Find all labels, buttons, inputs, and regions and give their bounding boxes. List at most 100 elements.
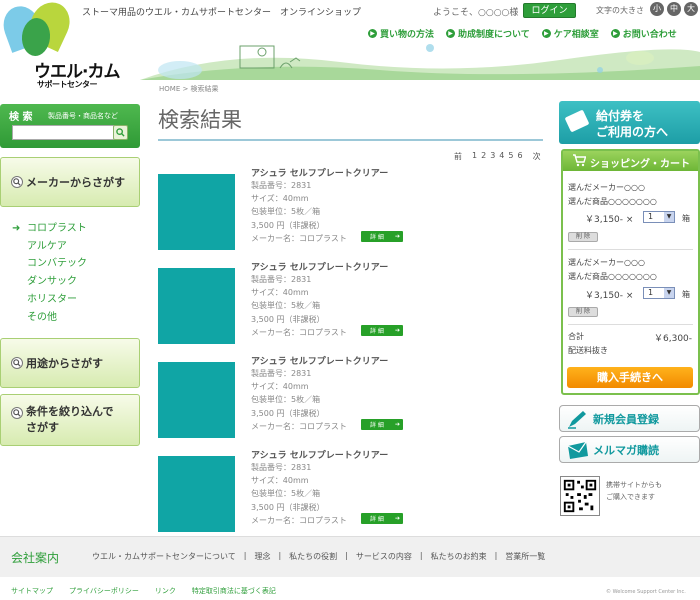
maker-search-panel[interactable]: メーカーからさがす	[0, 157, 140, 207]
shopping-cart: ショッピング・カート 選んだメーカー○○○ 選んだ商品○○○○○○○ ￥3,15…	[561, 149, 700, 395]
product-pack: 包装単位：5枚／箱	[251, 301, 321, 310]
ticket-icon	[564, 109, 590, 133]
usage-search-label: 用途からさがす	[26, 357, 103, 370]
page-link[interactable]: 4	[499, 151, 504, 162]
maker-item-convatec[interactable]: コンバテック	[12, 255, 87, 273]
maker-item-coloplast[interactable]: コロプラスト	[12, 220, 87, 238]
detail-button[interactable]: 詳 細 ➔	[361, 325, 403, 336]
footer-link-services[interactable]: サービスの内容	[356, 551, 412, 562]
product-image[interactable]	[158, 174, 235, 250]
chevron-down-icon: ▼	[664, 212, 674, 222]
footer-link-philosophy[interactable]: 理念	[254, 551, 270, 562]
delete-button[interactable]: 削 除	[568, 307, 598, 317]
detail-button[interactable]: 詳 細 ➔	[361, 231, 403, 242]
nav-subsidy[interactable]: ▶ 助成制度について	[446, 27, 530, 40]
page-link[interactable]: 6	[517, 151, 522, 162]
product-name[interactable]: アシュラ セルフプレートクリアー	[251, 354, 388, 367]
quantity-select[interactable]: 1 ▼	[643, 211, 675, 223]
footer-separator: |	[494, 551, 498, 560]
page-link[interactable]: 1	[472, 151, 477, 162]
page-link[interactable]: 5	[508, 151, 513, 162]
maker-item-alcare[interactable]: アルケア	[12, 238, 87, 256]
login-button[interactable]: ログイン	[523, 3, 576, 18]
product-name[interactable]: アシュラ セルフプレートクリアー	[251, 166, 388, 179]
footer-link-sitemap[interactable]: サイトマップ	[11, 586, 53, 596]
footer-link-role[interactable]: 私たちの役割	[289, 551, 337, 562]
breadcrumb: HOME > 検索結果	[159, 85, 219, 93]
cart-item-product: 選んだ商品○○○○○○○	[568, 272, 657, 281]
header-nav: ▶ 買い物の方法 ▶ 助成制度について ▶ ケア相談室 ▶ お問い合わせ	[368, 27, 677, 40]
logo-subtext: サポートセンター	[37, 80, 98, 89]
delete-button[interactable]: 削 除	[568, 232, 598, 242]
product-image[interactable]	[158, 362, 235, 438]
filter-search-panel[interactable]: 条件を絞り込んで さがす	[0, 394, 140, 446]
nav-care-consult[interactable]: ▶ ケア相談室	[541, 27, 599, 40]
product-size: サイズ：40mm	[251, 288, 309, 297]
font-size-large-button[interactable]: 大	[684, 2, 698, 16]
pager-prev[interactable]: 前	[454, 151, 462, 162]
product-number: 製品番号：2831	[251, 275, 312, 284]
product-item: アシュラ セルフプレートクリアー 製品番号：2831 サイズ：40mm 包装単位…	[158, 166, 543, 250]
product-price: 3,500 円（非課税）	[251, 315, 325, 324]
product-image[interactable]	[158, 268, 235, 344]
page-link[interactable]: 3	[490, 151, 495, 162]
pager-next[interactable]: 次	[533, 151, 541, 162]
product-item: アシュラ セルフプレートクリアー 製品番号：2831 サイズ：40mm 包装単位…	[158, 354, 543, 438]
footer-link-privacy[interactable]: プライバシーポリシー	[69, 586, 139, 596]
footer-separator: |	[345, 551, 348, 560]
search-input[interactable]	[12, 125, 115, 140]
hero-banner	[140, 44, 700, 80]
product-name[interactable]: アシュラ セルフプレートクリアー	[251, 448, 388, 461]
footer-link-offices[interactable]: 営業所一覧	[505, 551, 545, 562]
maker-list: コロプラスト アルケア コンバテック ダンサック ホリスター その他	[12, 220, 87, 326]
search-button[interactable]	[113, 125, 128, 140]
quantity-select[interactable]: 1 ▼	[643, 287, 675, 299]
cart-shipping-note: 配送料抜き	[568, 346, 608, 355]
footer-link-about[interactable]: ウエル・カムサポートセンターについて	[92, 551, 236, 562]
voucher-text-2: ご利用の方へ	[596, 125, 669, 139]
detail-button[interactable]: 詳 細 ➔	[361, 513, 403, 524]
cart-total-label: 合計	[568, 332, 584, 341]
footer-link-promise[interactable]: 私たちのお約束	[431, 551, 487, 562]
arrow-icon: ▶	[610, 29, 620, 38]
maker-search-label: メーカーからさがす	[26, 176, 125, 189]
footer-separator: |	[419, 551, 423, 560]
cart-icon	[573, 154, 586, 167]
search-icon	[11, 407, 23, 419]
product-item: アシュラ セルフプレートクリアー 製品番号：2831 サイズ：40mm 包装単位…	[158, 260, 543, 344]
footer-bottom-links: サイトマップ プライバシーポリシー リンク 特定取引商法に基づく表記	[11, 586, 276, 596]
mobile-site-text-1: 携帯サイトからも	[606, 481, 662, 489]
cart-total-value: ￥6,300-	[654, 334, 693, 344]
arrow-icon: ▶	[368, 29, 377, 38]
font-size-small-button[interactable]: 小	[650, 2, 664, 16]
font-size-medium-button[interactable]: 中	[667, 2, 681, 16]
register-button[interactable]: 新規会員登録	[559, 405, 700, 432]
product-name[interactable]: アシュラ セルフプレートクリアー	[251, 260, 388, 273]
detail-button[interactable]: 詳 細 ➔	[361, 419, 403, 430]
footer-link-links[interactable]: リンク	[155, 586, 176, 596]
footer-separator: |	[278, 551, 282, 560]
page-link[interactable]: 2	[481, 151, 486, 162]
voucher-banner[interactable]: 給付券を ご利用の方へ	[559, 101, 700, 144]
nav-contact[interactable]: ▶ お問い合わせ	[610, 27, 677, 40]
search-icon	[116, 128, 125, 137]
maker-item-dansac[interactable]: ダンサック	[12, 273, 87, 291]
maker-item-hollister[interactable]: ホリスター	[12, 291, 87, 309]
product-number: 製品番号：2831	[251, 181, 312, 190]
cart-divider	[568, 249, 693, 250]
product-image[interactable]	[158, 456, 235, 532]
page-title: 検索結果	[158, 108, 242, 132]
pen-icon	[568, 411, 586, 429]
nav-how-to-buy[interactable]: ▶ 買い物の方法	[368, 27, 434, 40]
product-pack: 包装単位：5枚／箱	[251, 489, 321, 498]
product-pack: 包装単位：5枚／箱	[251, 395, 321, 404]
cart-item-maker: 選んだメーカー○○○	[568, 258, 645, 267]
product-price: 3,500 円（非課税）	[251, 221, 325, 230]
checkout-button[interactable]: 購入手続きへ	[567, 367, 693, 388]
newsletter-button[interactable]: メルマガ購読	[559, 436, 700, 463]
footer-link-legal[interactable]: 特定取引商法に基づく表記	[192, 586, 276, 596]
product-size: サイズ：40mm	[251, 476, 309, 485]
logo-heart-icon[interactable]	[0, 0, 77, 62]
maker-item-other[interactable]: その他	[12, 309, 87, 327]
usage-search-panel[interactable]: 用途からさがす	[0, 338, 140, 388]
